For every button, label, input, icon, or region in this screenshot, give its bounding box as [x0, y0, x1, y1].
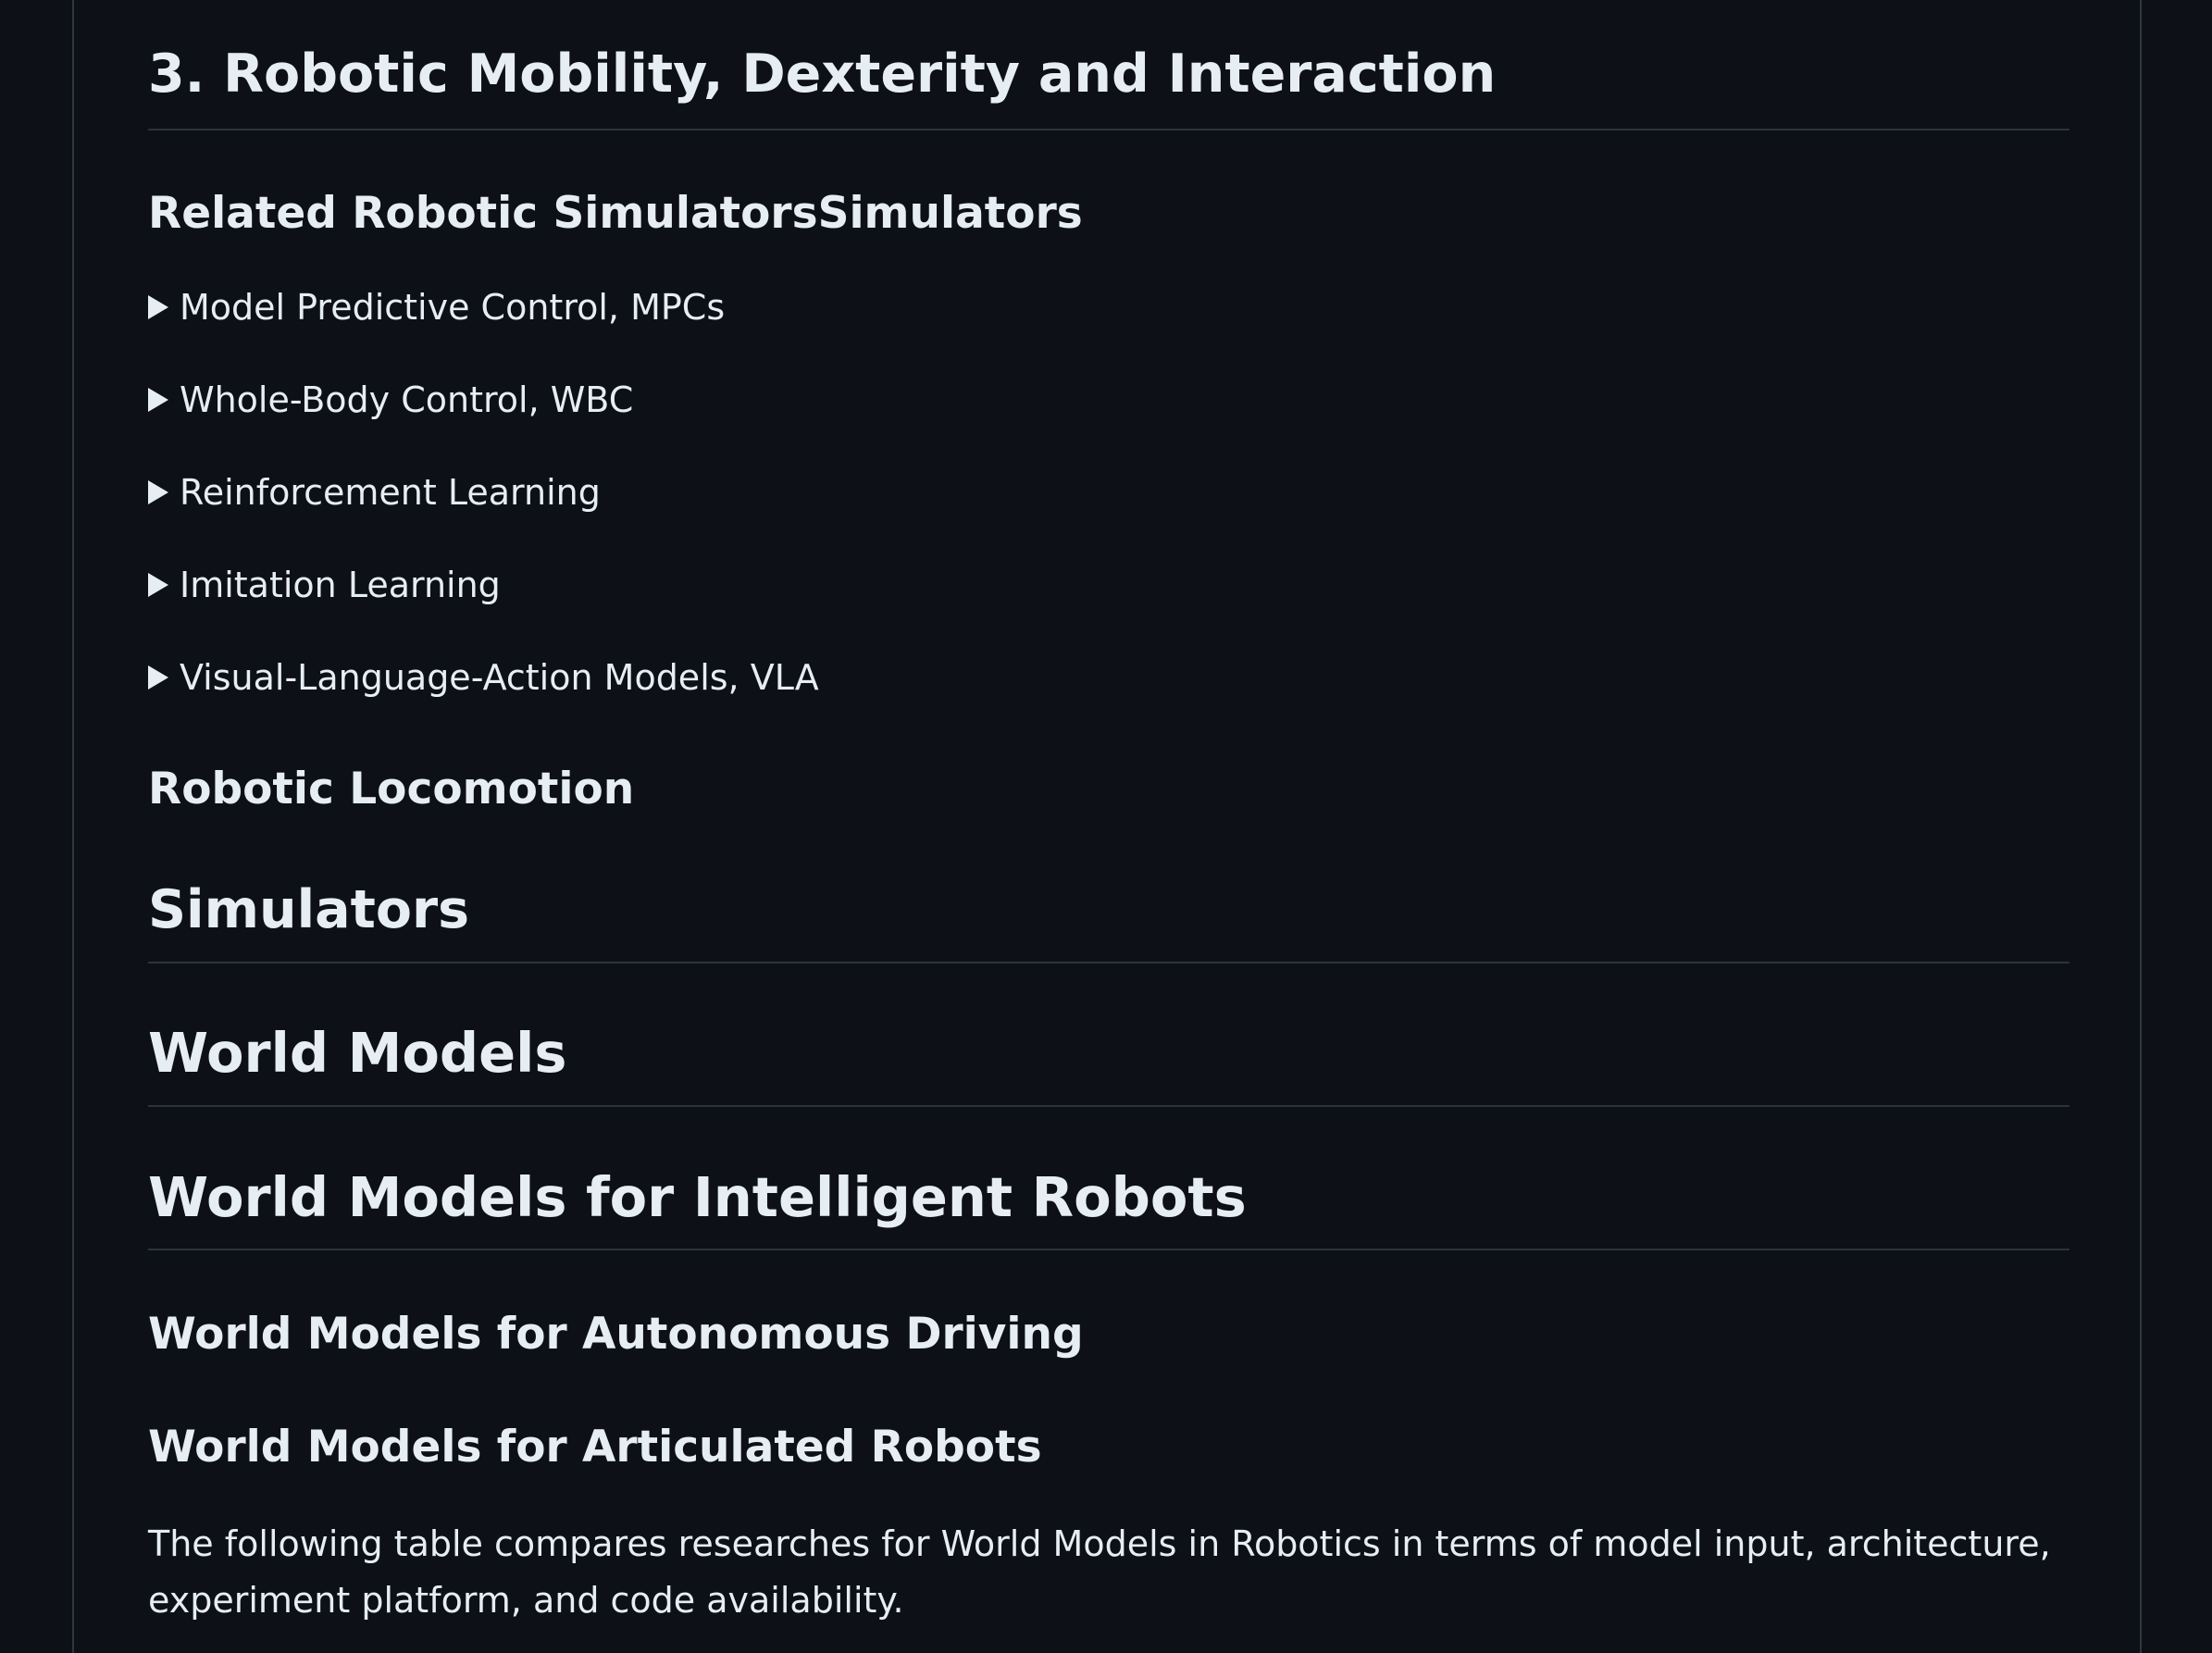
- heading-robotic-locomotion: Robotic Locomotion: [148, 764, 635, 814]
- details-mpc[interactable]: Model Predictive Control, MPCs: [148, 287, 725, 328]
- heading-world-models: World Models: [148, 1021, 567, 1085]
- heading-wm-articulated-robots: World Models for Articulated Robots: [148, 1422, 1042, 1473]
- page: 3. Robotic Mobility, Dexterity and Inter…: [0, 0, 2212, 1653]
- markdown-article: 3. Robotic Mobility, Dexterity and Inter…: [72, 0, 2142, 1653]
- details-vla[interactable]: Visual-Language-Action Models, VLA: [148, 657, 819, 698]
- details-summary-label: Imitation Learning: [180, 565, 501, 605]
- disclosure-triangle-icon: [148, 480, 168, 504]
- heading-divider: [148, 129, 2069, 130]
- heading-wm-intelligent-robots: World Models for Intelligent Robots: [148, 1165, 1247, 1229]
- details-summary-label: Model Predictive Control, MPCs: [180, 287, 726, 328]
- heading-robotic-mobility: 3. Robotic Mobility, Dexterity and Inter…: [148, 44, 1497, 105]
- intro-paragraph: The following table compares researches …: [148, 1523, 2051, 1621]
- disclosure-triangle-icon: [148, 295, 168, 319]
- details-summary-label: Whole-Body Control, WBC: [180, 379, 634, 420]
- details-summary-label: Reinforcement Learning: [180, 472, 601, 513]
- heading-divider: [148, 1105, 2069, 1107]
- disclosure-triangle-icon: [148, 388, 168, 412]
- details-summary-label: Visual-Language-Action Models, VLA: [180, 657, 819, 698]
- heading-divider: [148, 1249, 2069, 1250]
- details-imitation-learning[interactable]: Imitation Learning: [148, 565, 501, 605]
- disclosure-triangle-icon: [148, 573, 168, 597]
- heading-divider: [148, 962, 2069, 963]
- details-wbc[interactable]: Whole-Body Control, WBC: [148, 379, 633, 420]
- heading-wm-autonomous-driving: World Models for Autonomous Driving: [148, 1309, 1084, 1360]
- details-reinforcement-learning[interactable]: Reinforcement Learning: [148, 472, 601, 513]
- heading-simulators: Simulators: [148, 879, 470, 940]
- heading-related-simulators: Related Robotic SimulatorsSimulators: [148, 188, 1083, 239]
- disclosure-triangle-icon: [148, 665, 168, 690]
